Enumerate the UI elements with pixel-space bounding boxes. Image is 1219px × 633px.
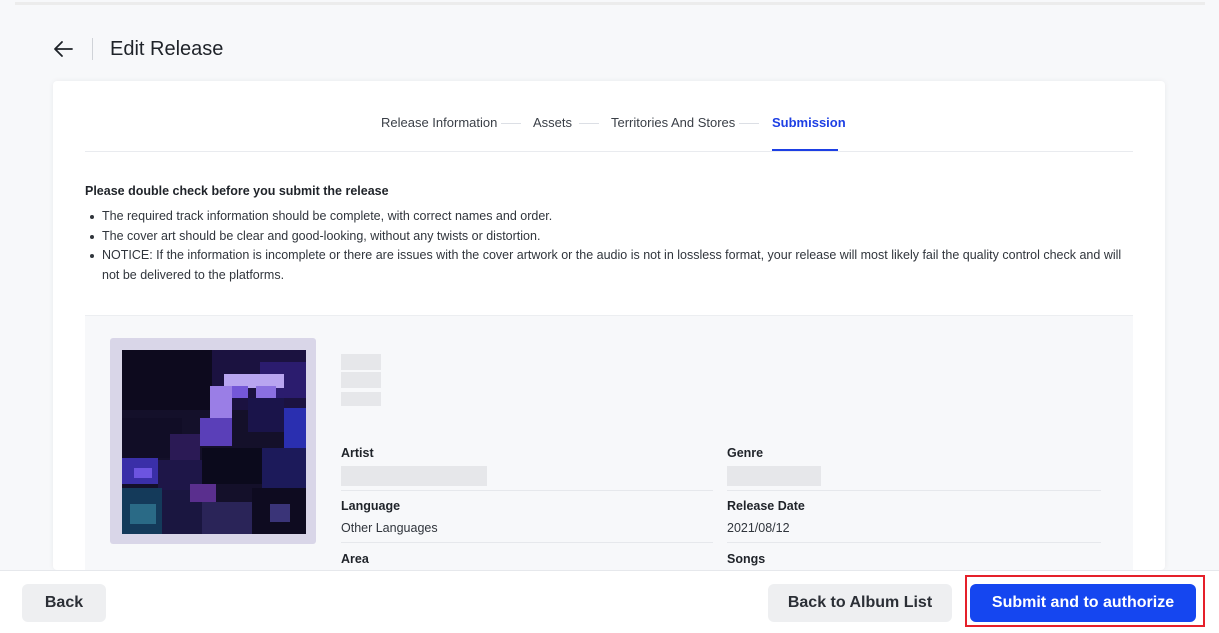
back-to-album-list-button[interactable]: Back to Album List: [768, 584, 952, 622]
cover-art-image: [110, 338, 316, 544]
release-date-value: 2021/08/12: [727, 521, 790, 535]
tab-release-information[interactable]: Release Information: [381, 115, 497, 130]
list-item: The cover art should be clear and good-l…: [85, 227, 1135, 247]
list-item: The required track information should be…: [85, 207, 1135, 227]
release-subtitle-redacted: [341, 392, 381, 406]
submission-notice: Please double check before you submit th…: [85, 184, 1135, 285]
release-summary: Artist Genre Language Other Languages Re…: [85, 315, 1133, 570]
release-title-redacted: [341, 354, 381, 370]
footer-action-bar: Back Back to Album List Submit and to au…: [0, 570, 1219, 633]
release-card: Release Information Assets Territories A…: [53, 81, 1165, 570]
songs-label: Songs: [727, 552, 766, 566]
row-divider: [341, 490, 713, 491]
row-divider: [727, 542, 1101, 543]
notice-list: The required track information should be…: [85, 207, 1135, 285]
step-tabs: Release Information Assets Territories A…: [85, 81, 1133, 152]
step-connector: [739, 123, 759, 124]
language-label: Language: [341, 499, 401, 513]
release-version-redacted: [341, 372, 381, 388]
cover-art-pixelated: [110, 338, 316, 544]
step-connector: [501, 123, 521, 124]
area-label: Area: [341, 552, 369, 566]
artist-label: Artist: [341, 446, 374, 460]
arrow-left-icon[interactable]: [52, 38, 74, 60]
back-button[interactable]: Back: [22, 584, 106, 622]
top-divider: [15, 2, 1205, 5]
notice-title: Please double check before you submit th…: [85, 184, 389, 198]
tab-submission[interactable]: Submission: [772, 115, 846, 130]
tab-territories-and-stores[interactable]: Territories And Stores: [611, 115, 735, 130]
row-divider: [727, 490, 1101, 491]
submit-and-authorize-button[interactable]: Submit and to authorize: [970, 584, 1196, 622]
genre-label: Genre: [727, 446, 764, 460]
page-header: Edit Release: [52, 34, 223, 64]
header-divider: [92, 38, 93, 60]
language-value: Other Languages: [341, 521, 438, 535]
genre-value-redacted: [727, 466, 821, 486]
tab-assets[interactable]: Assets: [533, 115, 572, 130]
row-divider: [341, 542, 713, 543]
release-date-label: Release Date: [727, 499, 805, 513]
artist-value-redacted: [341, 466, 487, 486]
step-connector: [579, 123, 599, 124]
page-title: Edit Release: [110, 37, 224, 60]
active-tab-indicator: [772, 149, 838, 151]
list-item: NOTICE: If the information is incomplete…: [85, 246, 1135, 285]
